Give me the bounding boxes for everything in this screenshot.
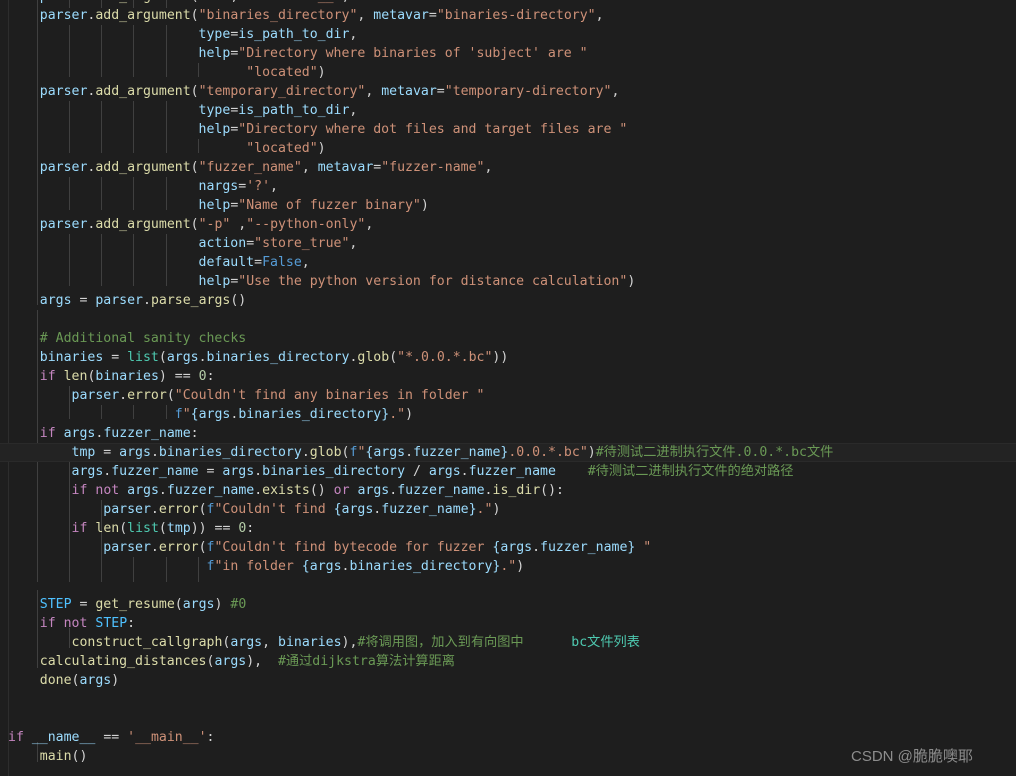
code-line[interactable]: args.fuzzer_name = args.binaries_directo…	[0, 462, 1016, 481]
code-line[interactable]: type=is_path_to_dir,	[0, 25, 1016, 44]
code-line[interactable]: parser.add_argument("fuzzer_name", metav…	[0, 158, 1016, 177]
code-line[interactable]: done(args)	[0, 671, 1016, 690]
code-line[interactable]: parser.error("Couldn't find any binaries…	[0, 386, 1016, 405]
code-line[interactable]: nargs='?',	[0, 177, 1016, 196]
code-line[interactable]: calculating_distances(args), #通过dijkstra…	[0, 652, 1016, 671]
code-line[interactable]: if args.fuzzer_name:	[0, 424, 1016, 443]
code-line[interactable]: help="Name of fuzzer binary")	[0, 196, 1016, 215]
code-line[interactable]: construct_callgraph(args, binaries),#将调用…	[0, 633, 1016, 652]
code-line[interactable]: help="Use the python version for distanc…	[0, 272, 1016, 291]
code-line[interactable]: if len(binaries) == 0:	[0, 367, 1016, 386]
code-line[interactable]: f"{args.binaries_directory}.")	[0, 405, 1016, 424]
code-line[interactable]: help="Directory where dot files and targ…	[0, 120, 1016, 139]
code-line[interactable]: args = parser.parse_args()	[0, 291, 1016, 310]
code-line[interactable]: "located")	[0, 139, 1016, 158]
code-line[interactable]: if not args.fuzzer_name.exists() or args…	[0, 481, 1016, 500]
code-line[interactable]: binaries = list(args.binaries_directory.…	[0, 348, 1016, 367]
code-editor[interactable]: parser.add_argument("--", metavar="__", …	[0, 0, 1016, 776]
code-line[interactable]	[0, 690, 1016, 709]
code-line[interactable]	[0, 310, 1016, 329]
code-line[interactable]: parser.add_argument("-p" ,"--python-only…	[0, 215, 1016, 234]
code-line[interactable]: action="store_true",	[0, 234, 1016, 253]
csdn-watermark: CSDN @脆脆噢耶	[851, 748, 973, 765]
code-line[interactable]: if len(list(tmp)) == 0:	[0, 519, 1016, 538]
code-line[interactable]: if not STEP:	[0, 614, 1016, 633]
code-line[interactable]: default=False,	[0, 253, 1016, 272]
code-line[interactable]: parser.error(f"Couldn't find bytecode fo…	[0, 538, 1016, 557]
code-line-current[interactable]: tmp = args.binaries_directory.glob(f"{ar…	[0, 443, 1016, 462]
code-line[interactable]	[0, 576, 1016, 595]
code-line[interactable]: parser.add_argument("binaries_directory"…	[0, 6, 1016, 25]
code-line[interactable]: "located")	[0, 63, 1016, 82]
code-line[interactable]: parser.error(f"Couldn't find {args.fuzze…	[0, 500, 1016, 519]
code-line[interactable]: f"in folder {args.binaries_directory}.")	[0, 557, 1016, 576]
code-line[interactable]: help="Directory where binaries of 'subje…	[0, 44, 1016, 63]
code-line[interactable]	[0, 709, 1016, 728]
code-surface[interactable]: parser.add_argument("--", metavar="__", …	[0, 0, 1016, 766]
code-line[interactable]: STEP = get_resume(args) #0	[0, 595, 1016, 614]
code-line[interactable]: parser.add_argument("temporary_directory…	[0, 82, 1016, 101]
code-line[interactable]: type=is_path_to_dir,	[0, 101, 1016, 120]
code-line[interactable]: # Additional sanity checks	[0, 329, 1016, 348]
